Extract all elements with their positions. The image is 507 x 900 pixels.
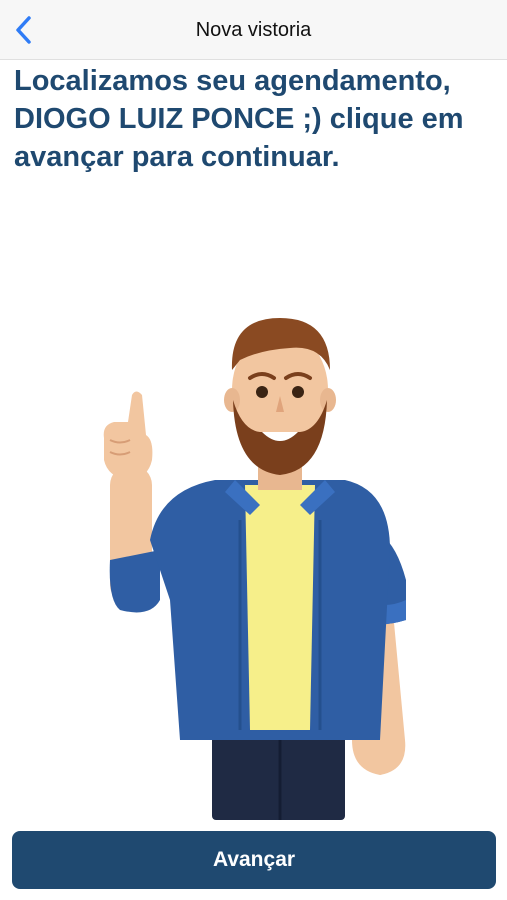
bearded-man-pointing-up-illustration xyxy=(103,318,406,820)
head-shape xyxy=(224,318,336,475)
advance-button[interactable]: Avançar xyxy=(12,831,496,889)
appointment-found-message: Localizamos seu agendamento, DIOGO LUIZ … xyxy=(14,65,464,173)
navigation-bar: Nova vistoria xyxy=(0,0,507,60)
torso-shape xyxy=(150,480,390,740)
page-title: Nova vistoria xyxy=(195,19,312,41)
app-screen: Nova vistoria Localizamos seu agendament… xyxy=(0,0,507,900)
raised-arm-shape xyxy=(103,391,160,613)
